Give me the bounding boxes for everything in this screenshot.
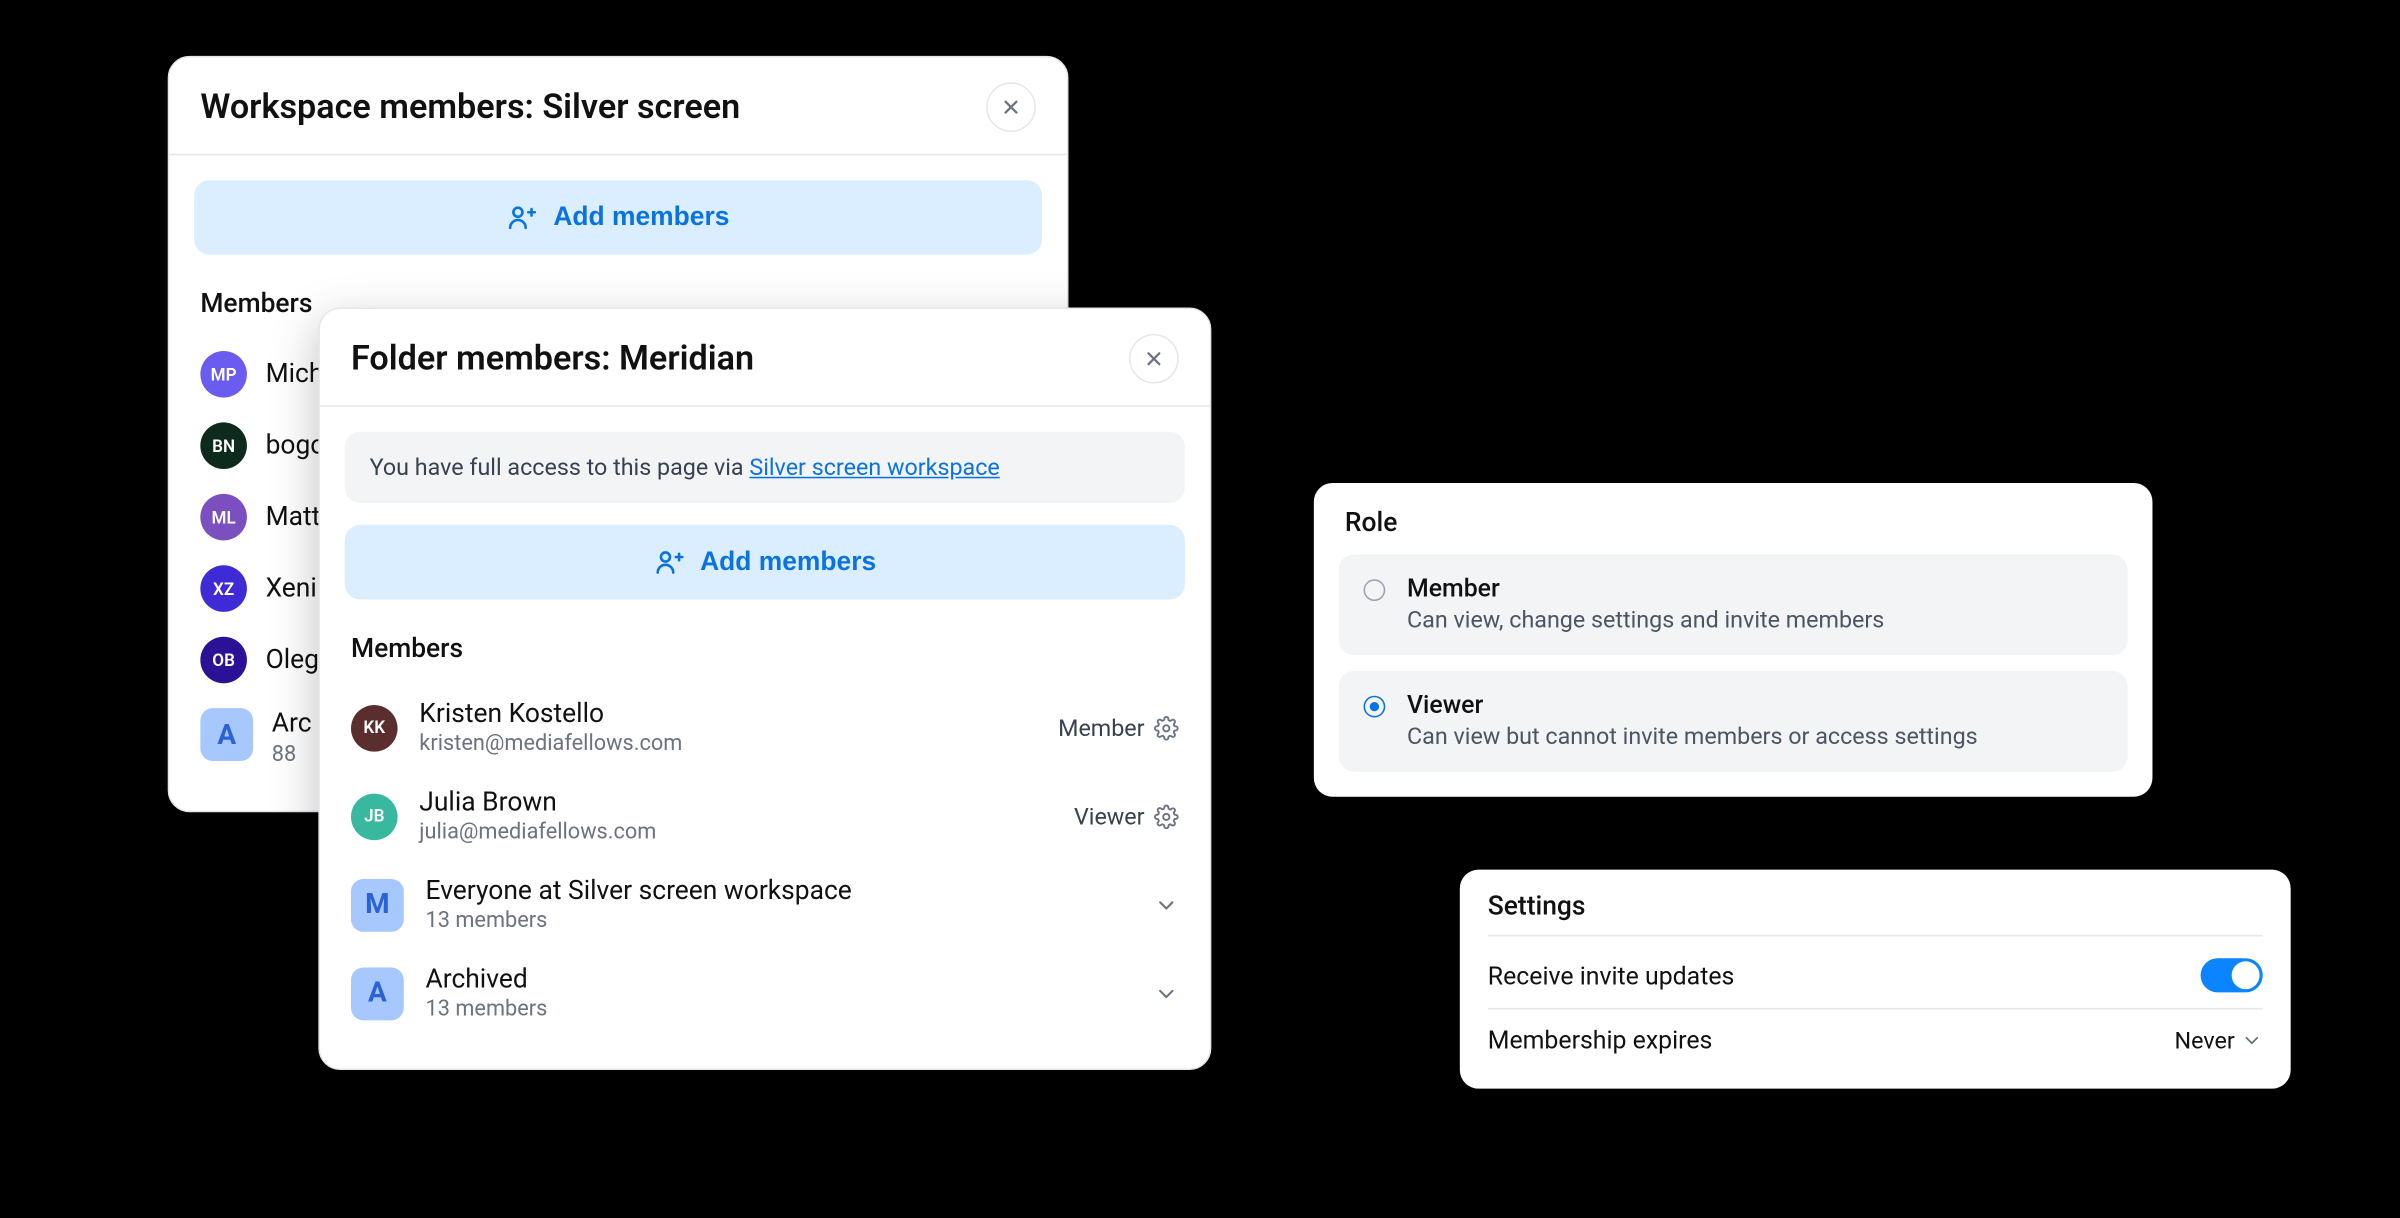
group-count: 13 members [426,997,1133,1022]
avatar: OB [200,637,247,684]
member-name: Matt [266,502,321,533]
group-row[interactable]: A Archived 13 members [345,949,1185,1038]
expires-select[interactable]: Never [2175,1026,2263,1054]
avatar: XZ [200,565,247,612]
member-email: julia@mediafellows.com [419,820,1052,845]
folder-members-modal: Folder members: Meridian You have full a… [318,307,1211,1070]
chevron-down-icon [1154,981,1179,1006]
setting-label: Receive invite updates [1488,961,1735,991]
settings-card-title: Settings [1488,891,2263,936]
close-button[interactable] [1129,334,1179,384]
gear-icon [1154,715,1179,740]
add-members-label: Add members [553,202,729,233]
setting-invite-updates: Receive invite updates [1488,943,2263,1010]
group-name: Archived [426,964,1133,995]
group-name: Arc [272,708,312,739]
setting-label: Membership expires [1488,1025,1713,1055]
member-row[interactable]: JB Julia Brown julia@mediafellows.com Vi… [345,772,1185,861]
group-count: 13 members [426,909,1133,934]
group-avatar: A [351,967,404,1020]
member-name: Mich [266,359,324,390]
avatar: JB [351,793,398,840]
access-info-banner: You have full access to this page via Si… [345,432,1185,503]
add-members-button[interactable]: Add members [345,525,1185,600]
user-plus-icon [654,547,685,578]
user-plus-icon [507,202,538,233]
member-email: kristen@mediafellows.com [419,731,1036,756]
role-option-viewer[interactable]: Viewer Can view but cannot invite member… [1339,671,2128,772]
role-option-desc: Can view but cannot invite members or ac… [1407,722,1978,750]
setting-membership-expires: Membership expires Never [1488,1009,2263,1070]
chevron-down-icon [1154,892,1179,917]
member-role-selector[interactable]: Viewer [1074,802,1179,830]
member-row[interactable]: KK Kristen Kostello kristen@mediafellows… [345,683,1185,772]
role-option-name: Member [1407,573,1884,603]
expires-value: Never [2175,1026,2235,1054]
group-avatar: A [200,708,253,761]
role-card-title: Role [1345,508,2128,539]
chevron-down-icon [2241,1029,2263,1051]
workspace-link[interactable]: Silver screen workspace [749,453,999,481]
gear-icon [1154,804,1179,829]
role-option-name: Viewer [1407,690,1978,720]
member-role: Member [1058,714,1144,742]
member-name: Kristen Kostello [419,699,1036,730]
member-name: Julia Brown [419,787,1052,818]
folder-modal-header: Folder members: Meridian [320,309,1210,407]
invite-updates-toggle[interactable] [2201,958,2263,992]
avatar: MP [200,351,247,398]
close-icon [1143,348,1165,370]
add-members-button[interactable]: Add members [194,180,1042,255]
close-button[interactable] [986,82,1036,132]
group-avatar: M [351,878,404,931]
radio-icon [1364,696,1386,718]
group-row[interactable]: M Everyone at Silver screen workspace 13… [345,860,1185,949]
group-name: Everyone at Silver screen workspace [426,876,1133,907]
member-name: bogo [266,430,326,461]
group-sub: 88 [272,742,312,767]
role-option-member[interactable]: Member Can view, change settings and inv… [1339,554,2128,655]
member-name: Oleg [266,644,319,675]
member-role-selector[interactable]: Member [1058,714,1179,742]
folder-modal-title: Folder members: Meridian [351,339,754,378]
add-members-label: Add members [700,547,876,578]
workspace-modal-title: Workspace members: Silver screen [200,88,740,127]
banner-text: You have full access to this page via [370,453,750,481]
avatar: KK [351,704,398,751]
member-role: Viewer [1074,802,1145,830]
avatar: ML [200,494,247,541]
settings-card: Settings Receive invite updates Membersh… [1460,870,2291,1089]
avatar: BN [200,422,247,469]
radio-icon [1364,579,1386,601]
close-icon [1000,96,1022,118]
member-name: Xeni [266,573,317,604]
role-option-desc: Can view, change settings and invite mem… [1407,606,1884,634]
members-section-label: Members [351,634,1185,665]
workspace-modal-header: Workspace members: Silver screen [169,57,1067,155]
role-card: Role Member Can view, change settings an… [1314,483,2153,797]
